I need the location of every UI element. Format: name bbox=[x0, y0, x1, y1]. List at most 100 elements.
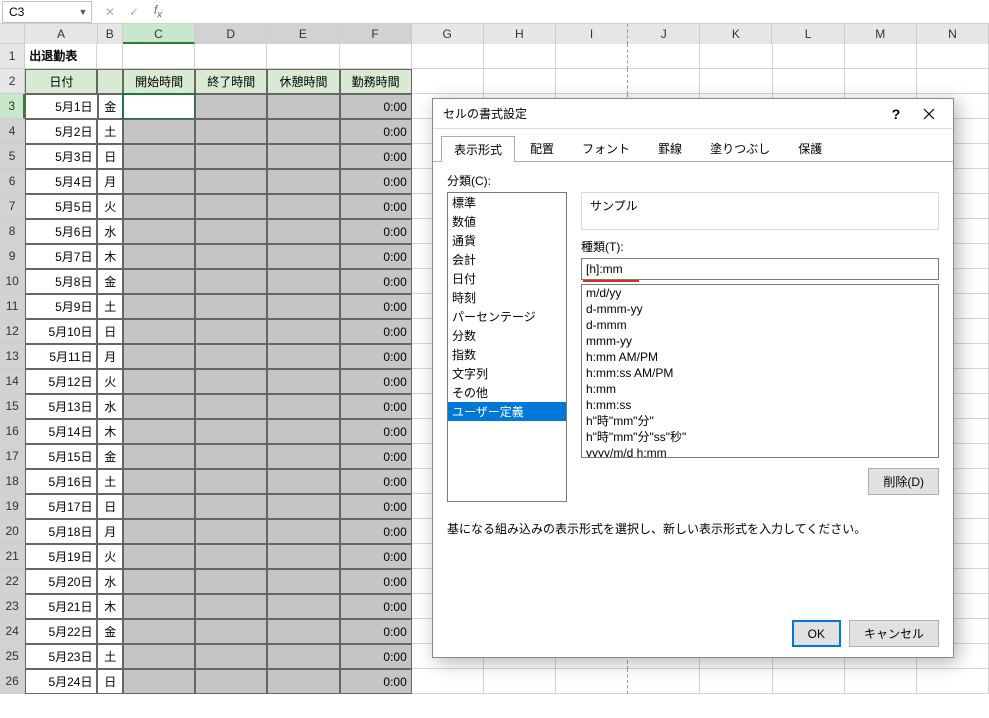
cell-a25[interactable]: 5月23日 bbox=[25, 644, 97, 669]
cell-c10[interactable] bbox=[123, 269, 195, 294]
cell-e17[interactable] bbox=[267, 444, 339, 469]
row-header-22[interactable]: 22 bbox=[0, 569, 25, 594]
cell-f10[interactable]: 0:00 bbox=[340, 269, 412, 294]
cell-e15[interactable] bbox=[267, 394, 339, 419]
cell-a7[interactable]: 5月5日 bbox=[25, 194, 97, 219]
tab-border[interactable]: 罫線 bbox=[645, 135, 695, 161]
category-item[interactable]: 通貨 bbox=[448, 231, 566, 250]
col-header-l[interactable]: L bbox=[772, 24, 844, 44]
cell-f7[interactable]: 0:00 bbox=[340, 194, 412, 219]
cell-f18[interactable]: 0:00 bbox=[340, 469, 412, 494]
cell-f16[interactable]: 0:00 bbox=[340, 419, 412, 444]
row-header-2[interactable]: 2 bbox=[0, 69, 25, 94]
cell-c19[interactable] bbox=[123, 494, 195, 519]
cell-f4[interactable]: 0:00 bbox=[340, 119, 412, 144]
cell-e4[interactable] bbox=[267, 119, 339, 144]
cell-f1[interactable] bbox=[340, 44, 412, 69]
row-header-9[interactable]: 9 bbox=[0, 244, 25, 269]
cell-f12[interactable]: 0:00 bbox=[340, 319, 412, 344]
cell-k26[interactable] bbox=[700, 669, 772, 694]
cell-e13[interactable] bbox=[267, 344, 339, 369]
cell-f26[interactable]: 0:00 bbox=[340, 669, 412, 694]
cell-a8[interactable]: 5月6日 bbox=[25, 219, 97, 244]
cell-f8[interactable]: 0:00 bbox=[340, 219, 412, 244]
row-header-13[interactable]: 13 bbox=[0, 344, 25, 369]
cell-a17[interactable]: 5月15日 bbox=[25, 444, 97, 469]
cell-d16[interactable] bbox=[195, 419, 267, 444]
cell-f11[interactable]: 0:00 bbox=[340, 294, 412, 319]
cell-h1[interactable] bbox=[484, 44, 556, 69]
cell-j1[interactable] bbox=[628, 44, 700, 69]
category-item[interactable]: 時刻 bbox=[448, 288, 566, 307]
help-button[interactable]: ? bbox=[881, 106, 911, 122]
type-item[interactable]: h:mm bbox=[582, 381, 938, 397]
col-header-m[interactable]: M bbox=[845, 24, 917, 44]
col-header-c[interactable]: C bbox=[123, 24, 195, 44]
cell-f23[interactable]: 0:00 bbox=[340, 594, 412, 619]
cell-f5[interactable]: 0:00 bbox=[340, 144, 412, 169]
cell-b11[interactable]: 土 bbox=[97, 294, 123, 319]
cell-e26[interactable] bbox=[267, 669, 339, 694]
delete-button[interactable]: 削除(D) bbox=[868, 468, 939, 495]
cell-d1[interactable] bbox=[195, 44, 267, 69]
cell-n2[interactable] bbox=[917, 69, 989, 94]
col-header-i[interactable]: I bbox=[556, 24, 628, 44]
cell-a11[interactable]: 5月9日 bbox=[25, 294, 97, 319]
cell-b13[interactable]: 月 bbox=[97, 344, 123, 369]
close-icon[interactable] bbox=[911, 100, 947, 128]
cell-b1[interactable] bbox=[97, 44, 123, 69]
cell-e11[interactable] bbox=[267, 294, 339, 319]
type-item[interactable]: h:mm AM/PM bbox=[582, 349, 938, 365]
cell-a4[interactable]: 5月2日 bbox=[25, 119, 97, 144]
cell-a20[interactable]: 5月18日 bbox=[25, 519, 97, 544]
category-item[interactable]: 数値 bbox=[448, 212, 566, 231]
cell-c25[interactable] bbox=[123, 644, 195, 669]
cell-a18[interactable]: 5月16日 bbox=[25, 469, 97, 494]
cell-b6[interactable]: 月 bbox=[97, 169, 123, 194]
cell-a1[interactable]: 出退勤表 bbox=[25, 44, 97, 69]
cell-d24[interactable] bbox=[195, 619, 267, 644]
cell-a2[interactable]: 日付 bbox=[25, 69, 97, 94]
name-box-dropdown-icon[interactable]: ▼ bbox=[75, 2, 91, 22]
cell-a9[interactable]: 5月7日 bbox=[25, 244, 97, 269]
cell-e12[interactable] bbox=[267, 319, 339, 344]
cell-e20[interactable] bbox=[267, 519, 339, 544]
type-input[interactable] bbox=[581, 258, 939, 280]
cell-f22[interactable]: 0:00 bbox=[340, 569, 412, 594]
row-header-21[interactable]: 21 bbox=[0, 544, 25, 569]
cell-l26[interactable] bbox=[773, 669, 845, 694]
cell-c8[interactable] bbox=[123, 219, 195, 244]
cell-c6[interactable] bbox=[123, 169, 195, 194]
cell-d6[interactable] bbox=[195, 169, 267, 194]
cell-e9[interactable] bbox=[267, 244, 339, 269]
cell-a12[interactable]: 5月10日 bbox=[25, 319, 97, 344]
cell-e16[interactable] bbox=[267, 419, 339, 444]
cell-l1[interactable] bbox=[773, 44, 845, 69]
cell-c26[interactable] bbox=[123, 669, 195, 694]
cell-f17[interactable]: 0:00 bbox=[340, 444, 412, 469]
cell-c16[interactable] bbox=[123, 419, 195, 444]
cell-b20[interactable]: 月 bbox=[97, 519, 123, 544]
row-header-16[interactable]: 16 bbox=[0, 419, 25, 444]
cell-b17[interactable]: 金 bbox=[97, 444, 123, 469]
cell-n26[interactable] bbox=[917, 669, 989, 694]
cell-c11[interactable] bbox=[123, 294, 195, 319]
cell-k2[interactable] bbox=[700, 69, 772, 94]
cell-b24[interactable]: 金 bbox=[97, 619, 123, 644]
cell-d11[interactable] bbox=[195, 294, 267, 319]
fx-icon[interactable]: fx bbox=[146, 1, 170, 23]
col-header-b[interactable]: B bbox=[98, 24, 123, 44]
cell-e6[interactable] bbox=[267, 169, 339, 194]
row-header-23[interactable]: 23 bbox=[0, 594, 25, 619]
row-header-17[interactable]: 17 bbox=[0, 444, 25, 469]
row-header-10[interactable]: 10 bbox=[0, 269, 25, 294]
cell-i26[interactable] bbox=[556, 669, 628, 694]
cell-e5[interactable] bbox=[267, 144, 339, 169]
category-item[interactable]: 分数 bbox=[448, 326, 566, 345]
type-item[interactable]: d-mmm bbox=[582, 317, 938, 333]
cell-b21[interactable]: 火 bbox=[97, 544, 123, 569]
cell-j2[interactable] bbox=[628, 69, 700, 94]
cell-e8[interactable] bbox=[267, 219, 339, 244]
cell-f21[interactable]: 0:00 bbox=[340, 544, 412, 569]
cell-d7[interactable] bbox=[195, 194, 267, 219]
